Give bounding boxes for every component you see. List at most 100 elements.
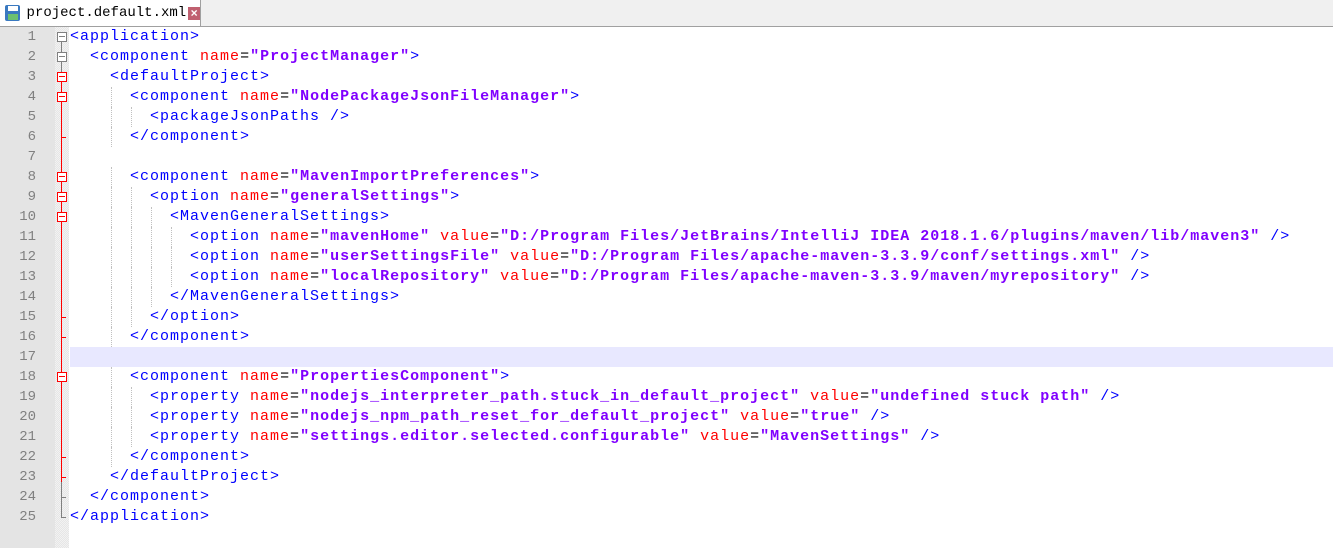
indent-guide — [151, 207, 152, 227]
xml-tag: <component — [130, 168, 241, 185]
indent-guide — [131, 207, 132, 227]
xml-attribute-name: name — [270, 228, 311, 245]
fold-end-marker — [61, 317, 66, 318]
line-number: 1 — [27, 29, 36, 45]
code-line[interactable]: <property name="settings.editor.selected… — [70, 427, 1333, 447]
code-line[interactable]: <option name="localRepository" value="D:… — [70, 267, 1333, 287]
code-line[interactable]: <application> — [70, 27, 1333, 47]
code-line[interactable]: </component> — [70, 487, 1333, 507]
line-number: 12 — [19, 249, 36, 265]
line-number: 15 — [19, 309, 36, 325]
indent-guide — [151, 287, 152, 307]
indent-guide — [151, 247, 152, 267]
code-line[interactable]: <MavenGeneralSettings> — [70, 207, 1333, 227]
xml-tag: > — [410, 48, 421, 65]
line-number: 21 — [19, 429, 36, 445]
code-editor[interactable]: 1 <application> 2 <component name="Project… — [0, 27, 1333, 548]
fold-collapse-icon[interactable] — [57, 192, 67, 202]
xml-attribute-value: "MavenSettings" — [760, 428, 911, 445]
xml-tag: > — [530, 168, 541, 185]
xml-tag: <component — [90, 48, 201, 65]
xml-attribute-value: "nodejs_interpreter_path.stuck_in_defaul… — [300, 388, 801, 405]
code-line[interactable]: <packageJsonPaths /> — [70, 107, 1333, 127]
line-number: 5 — [27, 109, 36, 125]
line-number: 7 — [27, 149, 36, 165]
code-line[interactable]: <component name="MavenImportPreferences"… — [70, 167, 1333, 187]
code-line[interactable]: </option> — [70, 307, 1333, 327]
xml-tag: <application> — [70, 28, 201, 45]
code-line[interactable]: </MavenGeneralSettings> — [70, 287, 1333, 307]
xml-equals: = — [310, 268, 321, 285]
code-line[interactable]: <defaultProject> — [70, 67, 1333, 87]
xml-tag: <property — [150, 408, 251, 425]
xml-attribute-value: "PropertiesComponent" — [290, 368, 501, 385]
xml-tag: /> — [1260, 228, 1291, 245]
code-line[interactable]: <property name="nodejs_interpreter_path.… — [70, 387, 1333, 407]
xml-attribute-name: value — [700, 428, 751, 445]
code-line[interactable]: </defaultProject> — [70, 467, 1333, 487]
fold-end-marker — [61, 497, 66, 498]
line-number: 10 — [19, 209, 36, 225]
code-line[interactable]: </component> — [70, 447, 1333, 467]
xml-tag: <MavenGeneralSettings> — [170, 208, 391, 225]
indent-guide — [171, 267, 172, 287]
code-line[interactable]: <component name="PropertiesComponent"> — [70, 367, 1333, 387]
close-icon[interactable]: × — [188, 6, 200, 20]
xml-attribute-name: name — [200, 48, 241, 65]
code-line[interactable]: </component> — [70, 327, 1333, 347]
xml-attribute-value: "undefined stuck path" — [870, 388, 1091, 405]
xml-attribute-value: "D:/Program Files/JetBrains/IntelliJ IDE… — [500, 228, 1261, 245]
indent-guide — [111, 87, 112, 107]
xml-space — [690, 428, 700, 445]
code-line[interactable] — [70, 347, 1333, 367]
code-line[interactable]: <component name="NodePackageJsonFileMana… — [70, 87, 1333, 107]
xml-equals: = — [860, 388, 871, 405]
xml-tag: > — [500, 368, 511, 385]
fold-collapse-icon[interactable] — [57, 172, 67, 182]
xml-tag: <property — [150, 428, 251, 445]
xml-attribute-value: "D:/Program Files/apache-maven-3.3.9/con… — [570, 248, 1121, 265]
fold-collapse-icon[interactable] — [57, 72, 67, 82]
fold-collapse-icon[interactable] — [57, 52, 67, 62]
indent-guide — [171, 227, 172, 247]
fold-collapse-icon[interactable] — [57, 372, 67, 382]
xml-tag: </application> — [70, 508, 211, 525]
indent-guide — [131, 407, 132, 427]
indent-guide — [111, 267, 112, 287]
code-line[interactable]: <component name="ProjectManager"> — [70, 47, 1333, 67]
xml-attribute-value: "settings.editor.selected.configurable" — [300, 428, 691, 445]
code-line[interactable]: <option name="generalSettings"> — [70, 187, 1333, 207]
code-line[interactable] — [70, 147, 1333, 167]
xml-attribute-name: name — [270, 268, 311, 285]
line-number: 24 — [19, 489, 36, 505]
fold-collapse-icon[interactable] — [57, 32, 67, 42]
indent-guide — [111, 287, 112, 307]
xml-space — [490, 268, 500, 285]
code-line[interactable]: <option name="mavenHome" value="D:/Progr… — [70, 227, 1333, 247]
xml-tag: <packageJsonPaths /> — [150, 108, 351, 125]
xml-equals: = — [790, 408, 801, 425]
code-line[interactable]: </application> — [70, 507, 1333, 527]
fold-collapse-icon[interactable] — [57, 92, 67, 102]
xml-attribute-name: name — [250, 388, 291, 405]
xml-equals: = — [280, 168, 291, 185]
indent-guide — [131, 227, 132, 247]
line-number: 11 — [19, 229, 36, 245]
code-line[interactable]: <property name="nodejs_npm_path_reset_fo… — [70, 407, 1333, 427]
line-number: 18 — [19, 369, 36, 385]
line-number: 13 — [19, 269, 36, 285]
fold-end-marker — [61, 337, 66, 338]
line-number: 17 — [19, 349, 36, 365]
xml-attribute-value: "NodePackageJsonFileManager" — [290, 88, 571, 105]
xml-attribute-name: name — [230, 188, 271, 205]
xml-attribute-value: "userSettingsFile" — [320, 248, 501, 265]
code-line[interactable]: </component> — [70, 127, 1333, 147]
code-line[interactable]: <option name="userSettingsFile" value="D… — [70, 247, 1333, 267]
fold-collapse-icon[interactable] — [57, 212, 67, 222]
xml-equals: = — [270, 188, 281, 205]
xml-attribute-value: "generalSettings" — [280, 188, 451, 205]
tab-project-default-xml[interactable]: project.default.xml × — [0, 0, 201, 26]
indent-guide — [111, 327, 112, 347]
indent-guide — [131, 287, 132, 307]
indent-guide — [111, 307, 112, 327]
